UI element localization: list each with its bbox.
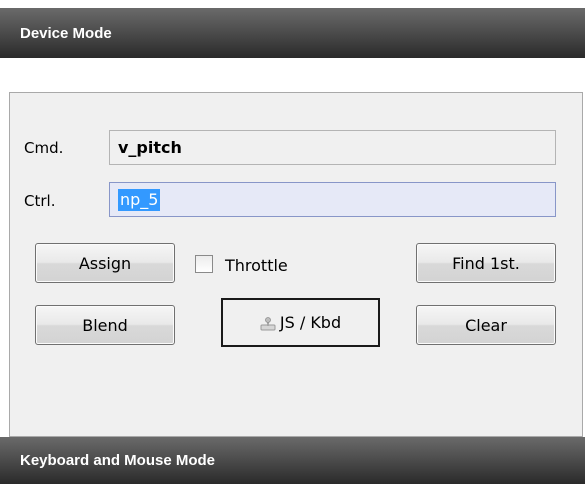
cmd-label: Cmd.: [24, 139, 64, 157]
assign-button-label: Assign: [78, 253, 132, 273]
device-mode-title: Device Mode: [20, 24, 112, 42]
throttle-checkbox[interactable]: [195, 255, 213, 273]
cmd-value: v_pitch: [118, 138, 182, 157]
ctrl-label: Ctrl.: [24, 192, 56, 210]
joystick-icon: [260, 316, 276, 330]
device-mode-panel: Cmd. v_pitch Ctrl. np_5 Assign Throttle …: [9, 92, 583, 437]
assign-button[interactable]: Assign: [35, 243, 175, 283]
find-first-button-label: Find 1st.: [452, 253, 520, 273]
clear-button[interactable]: Clear: [416, 305, 556, 345]
keyboard-mouse-mode-header[interactable]: Keyboard and Mouse Mode: [0, 437, 585, 484]
js-kbd-button-label: JS / Kbd: [279, 313, 342, 332]
js-kbd-button[interactable]: JS / Kbd: [221, 298, 380, 347]
ctrl-input[interactable]: np_5: [109, 182, 556, 217]
clear-button-label: Clear: [465, 315, 507, 335]
find-first-button[interactable]: Find 1st.: [416, 243, 556, 283]
throttle-label: Throttle: [225, 256, 288, 275]
blend-button[interactable]: Blend: [35, 305, 175, 345]
keyboard-mouse-mode-title: Keyboard and Mouse Mode: [20, 452, 216, 469]
blend-button-label: Blend: [82, 315, 128, 335]
cmd-field: v_pitch: [109, 130, 556, 165]
device-mode-header[interactable]: Device Mode: [0, 8, 585, 58]
ctrl-value: np_5: [118, 188, 161, 211]
